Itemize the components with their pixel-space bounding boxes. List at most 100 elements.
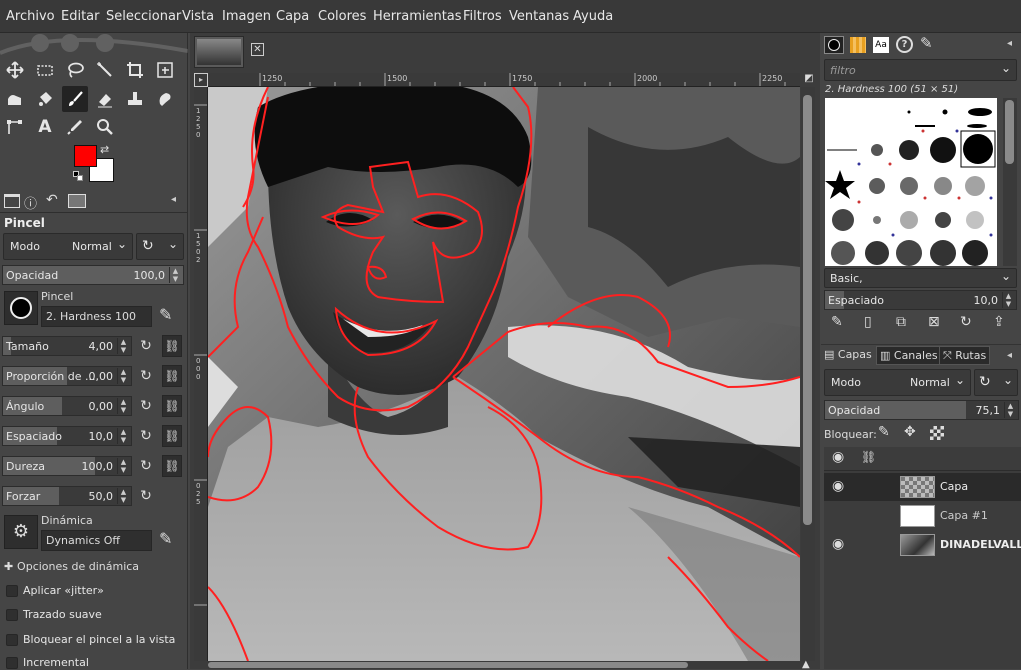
edit-dynamics-icon[interactable]: ✎ (159, 529, 172, 548)
menu-editar[interactable]: Editar (61, 9, 100, 24)
refresh-brushes-icon[interactable]: ↻ (960, 314, 972, 330)
menu-vista[interactable]: Vista (182, 9, 214, 24)
edit-brush-icon[interactable]: ✎ (831, 314, 843, 330)
color-picker-icon[interactable] (64, 116, 86, 138)
force-spin[interactable]: ▲ ▼ (117, 488, 129, 504)
tab-fonts[interactable]: Aa (873, 37, 889, 53)
horizontal-scrollbar[interactable] (208, 661, 800, 669)
tab-brushes[interactable] (824, 36, 844, 54)
duplicate-brush-icon[interactable]: ⧉ (896, 314, 906, 330)
force-slider[interactable]: Forzar 50,0 ▲ ▼ (2, 486, 132, 506)
foreground-color-swatch[interactable] (74, 145, 97, 167)
opacity-slider[interactable]: Opacidad 100,0 ▲ ▼ (2, 265, 184, 285)
aspect-ratio-reset-icon[interactable]: ↻ (137, 367, 155, 385)
vertical-ruler[interactable]: 1250 1502 000 025 (194, 87, 208, 661)
rect-select-icon[interactable] (34, 59, 56, 81)
brush-filter-input[interactable]: filtro ⌄ (824, 59, 1017, 81)
angle-reset-icon[interactable]: ↻ (137, 397, 155, 415)
jitter-checkbox[interactable] (6, 585, 18, 597)
size-spin[interactable]: ▲ ▼ (117, 338, 129, 354)
brush-name-field[interactable]: 2. Hardness 100 (41, 306, 152, 327)
vertical-scrollbar[interactable] (801, 87, 815, 661)
ruler-corner[interactable]: ▸ (194, 73, 208, 87)
new-brush-icon[interactable]: ▯ (864, 314, 872, 330)
aspect-ratio-slider[interactable]: Proporción de ... 0,00 ▲ ▼ (2, 366, 132, 386)
opacity-spin[interactable]: ▲ ▼ (169, 267, 181, 283)
spacing-slider[interactable]: Espaciado 10,0 ▲ ▼ (2, 426, 132, 446)
horizontal-scrollbar-thumb[interactable] (208, 662, 688, 668)
spacing-spin[interactable]: ▲ ▼ (117, 428, 129, 444)
size-slider[interactable]: Tamaño 4,00 ▲ ▼ (2, 336, 132, 356)
brush-spacing-spin[interactable]: ▲ ▼ (1002, 292, 1014, 308)
crop-icon[interactable] (124, 59, 146, 81)
lock-alpha-icon[interactable] (930, 426, 944, 440)
lock-position-icon[interactable]: ✥ (904, 424, 916, 440)
force-reset-icon[interactable]: ↻ (137, 487, 155, 505)
brush-tag-select[interactable]: Basic, ⌄ (824, 268, 1017, 288)
brush-preview[interactable] (4, 291, 38, 325)
lasso-icon[interactable] (64, 59, 86, 81)
menu-ventanas[interactable]: Ventanas (509, 9, 569, 24)
menu-imagen[interactable]: Imagen (222, 9, 271, 24)
hardness-reset-icon[interactable]: ↻ (137, 457, 155, 475)
tab-paths[interactable]: ⤧ Rutas (939, 346, 991, 365)
horizontal-ruler[interactable]: 1250 1500 1750 2000 2250 (208, 73, 800, 87)
layer-mode-reset-button[interactable]: ↻ ⌄ (974, 369, 1018, 396)
help-icon[interactable]: ? (896, 36, 913, 53)
angle-slider[interactable]: Ángulo 0,00 ▲ ▼ (2, 396, 132, 416)
smudge-icon[interactable] (154, 88, 176, 110)
brush-grid[interactable] (825, 98, 997, 266)
mode-reset-button[interactable]: ↻ ⌄ (136, 233, 184, 260)
dynamics-preview[interactable]: ⚙ (4, 515, 38, 549)
image-tab[interactable] (194, 36, 244, 68)
layer-row[interactable]: ◉ Capa (824, 473, 1021, 501)
tab-device-status[interactable]: ⓘ (24, 193, 37, 212)
zoom-triangle-icon[interactable]: ▲ (802, 659, 810, 670)
menu-seleccionar[interactable]: Seleccionar (106, 9, 181, 24)
brush-grid-scrollbar[interactable] (1003, 98, 1017, 266)
tab-layers[interactable]: ▤ Capas (824, 348, 872, 361)
layer-opacity-slider[interactable]: Opacidad 75,1 ▲ ▼ (824, 400, 1019, 420)
zoom-icon[interactable] (94, 116, 116, 138)
tab-channels[interactable]: ▥ Canales (876, 346, 942, 365)
configure-tab-icon[interactable]: ◂ (1007, 350, 1012, 361)
eraser-icon[interactable] (94, 88, 116, 110)
tab-patterns[interactable] (850, 37, 866, 53)
angle-link-icon[interactable]: ⛓ (162, 395, 182, 417)
paths-icon[interactable] (4, 116, 26, 138)
hardness-link-icon[interactable]: ⛓ (162, 455, 182, 477)
text-icon[interactable]: A (34, 116, 56, 138)
clone-icon[interactable] (124, 88, 146, 110)
navigate-icon[interactable]: ◩ (802, 73, 816, 87)
smooth-stroke-checkbox[interactable] (6, 609, 18, 621)
aspect-ratio-link-icon[interactable]: ⛓ (162, 365, 182, 387)
mode-select[interactable]: Modo Normal ⌄ (3, 233, 133, 260)
hardness-slider[interactable]: Dureza 100,0 ▲ ▼ (2, 456, 132, 476)
default-colors-icon[interactable] (73, 171, 83, 181)
menu-herramientas[interactable]: Herramientas (373, 9, 462, 24)
incremental-checkbox[interactable] (6, 657, 18, 669)
visibility-toggle-eye-icon[interactable]: ◉ (832, 536, 844, 552)
paintbrush-icon[interactable] (62, 86, 88, 112)
menu-capa[interactable]: Capa (276, 9, 309, 24)
bucket-fill-icon[interactable] (34, 88, 56, 110)
dynamics-name-field[interactable]: Dynamics Off (41, 530, 152, 551)
menu-colores[interactable]: Colores (318, 9, 366, 24)
delete-brush-icon[interactable]: ⊠ (928, 314, 940, 330)
lock-brush-checkbox[interactable] (6, 634, 18, 646)
swap-colors-icon[interactable]: ⇄ (100, 143, 109, 156)
angle-spin[interactable]: ▲ ▼ (117, 398, 129, 414)
lock-pixels-icon[interactable]: ✎ (878, 424, 890, 440)
tab-paint-dynamics[interactable]: ✎ (920, 34, 933, 52)
layer-row[interactable]: Capa #1 (824, 502, 1021, 530)
open-as-image-icon[interactable]: ⇪ (993, 314, 1005, 330)
layer-row[interactable]: ◉ DINADELVALLE.j (824, 531, 1021, 559)
menu-archivo[interactable]: Archivo (6, 9, 55, 24)
menu-filtros[interactable]: Filtros (463, 9, 502, 24)
aspect-ratio-spin[interactable]: ▲ ▼ (117, 368, 129, 384)
brush-spacing-slider[interactable]: Espaciado 10,0 ▲ ▼ (824, 290, 1017, 310)
layer-opacity-spin[interactable]: ▲ ▼ (1004, 402, 1016, 418)
transform-icon[interactable] (154, 59, 176, 81)
dynamics-options-expander[interactable]: ✚ Opciones de dinámica (4, 560, 139, 573)
tab-undo-history[interactable]: ↶ (46, 192, 58, 208)
